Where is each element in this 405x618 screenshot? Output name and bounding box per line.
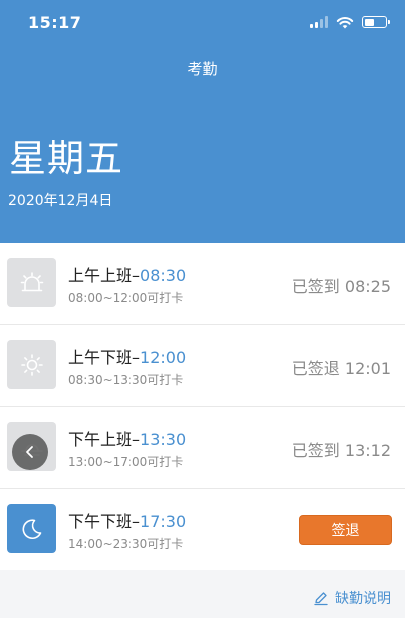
- chevron-left-icon: [26, 446, 33, 458]
- row-title: 下午上班–13:30: [68, 430, 187, 449]
- row-status: 已签到 08:25: [291, 277, 391, 296]
- attendance-row: 下午下班–17:30 14:00~23:30可打卡 签退: [0, 489, 405, 571]
- row-time: 13:30: [140, 430, 187, 449]
- row-time: 12:00: [140, 348, 187, 367]
- attendance-row: 下午上班–13:30 13:00~17:00可打卡 已签到 13:12: [0, 407, 405, 489]
- check-out-button[interactable]: 签退: [299, 515, 392, 545]
- weekday-heading: 星期五: [9, 137, 123, 180]
- moon-icon: [7, 504, 56, 553]
- attendance-row: 上午下班–12:00 08:30~13:30可打卡 已签退 12:01: [0, 325, 405, 407]
- attendance-row: 上午上班–08:30 08:00~12:00可打卡 已签到 08:25: [0, 243, 405, 325]
- row-range: 08:30~13:30可打卡: [68, 373, 184, 387]
- row-status: 已签退 12:01: [291, 359, 391, 378]
- attendance-list: 上午上班–08:30 08:00~12:00可打卡 已签到 08:25 上午下班…: [0, 243, 405, 571]
- row-status: 已签到 13:12: [291, 441, 391, 460]
- row-time: 08:30: [140, 266, 187, 285]
- header: 15:17 考勤 星期五 2020年12月4日: [0, 0, 405, 243]
- signal-icon: [310, 16, 328, 28]
- wifi-icon: [336, 17, 354, 29]
- absence-explanation-link[interactable]: 缺勤说明: [313, 588, 391, 608]
- sun-icon: [7, 340, 56, 389]
- footer: 缺勤说明: [0, 570, 405, 618]
- row-title: 下午下班–17:30: [68, 512, 187, 531]
- absence-explanation-label: 缺勤说明: [335, 591, 391, 607]
- date-label: 2020年12月4日: [8, 193, 113, 209]
- back-button[interactable]: [12, 434, 48, 470]
- row-title: 上午下班–12:00: [68, 348, 187, 367]
- page-title: 考勤: [187, 60, 218, 78]
- row-range: 08:00~12:00可打卡: [68, 291, 184, 305]
- edit-icon: [314, 592, 328, 606]
- status-time: 15:17: [28, 13, 82, 32]
- status-bar: 15:17: [0, 0, 405, 44]
- row-time: 17:30: [140, 512, 187, 531]
- row-title: 上午上班–08:30: [68, 266, 187, 285]
- battery-icon: [362, 16, 390, 28]
- row-range: 14:00~23:30可打卡: [68, 537, 184, 551]
- alarm-clock-icon: [7, 258, 56, 307]
- row-range: 13:00~17:00可打卡: [68, 455, 184, 469]
- status-icons: [310, 14, 390, 30]
